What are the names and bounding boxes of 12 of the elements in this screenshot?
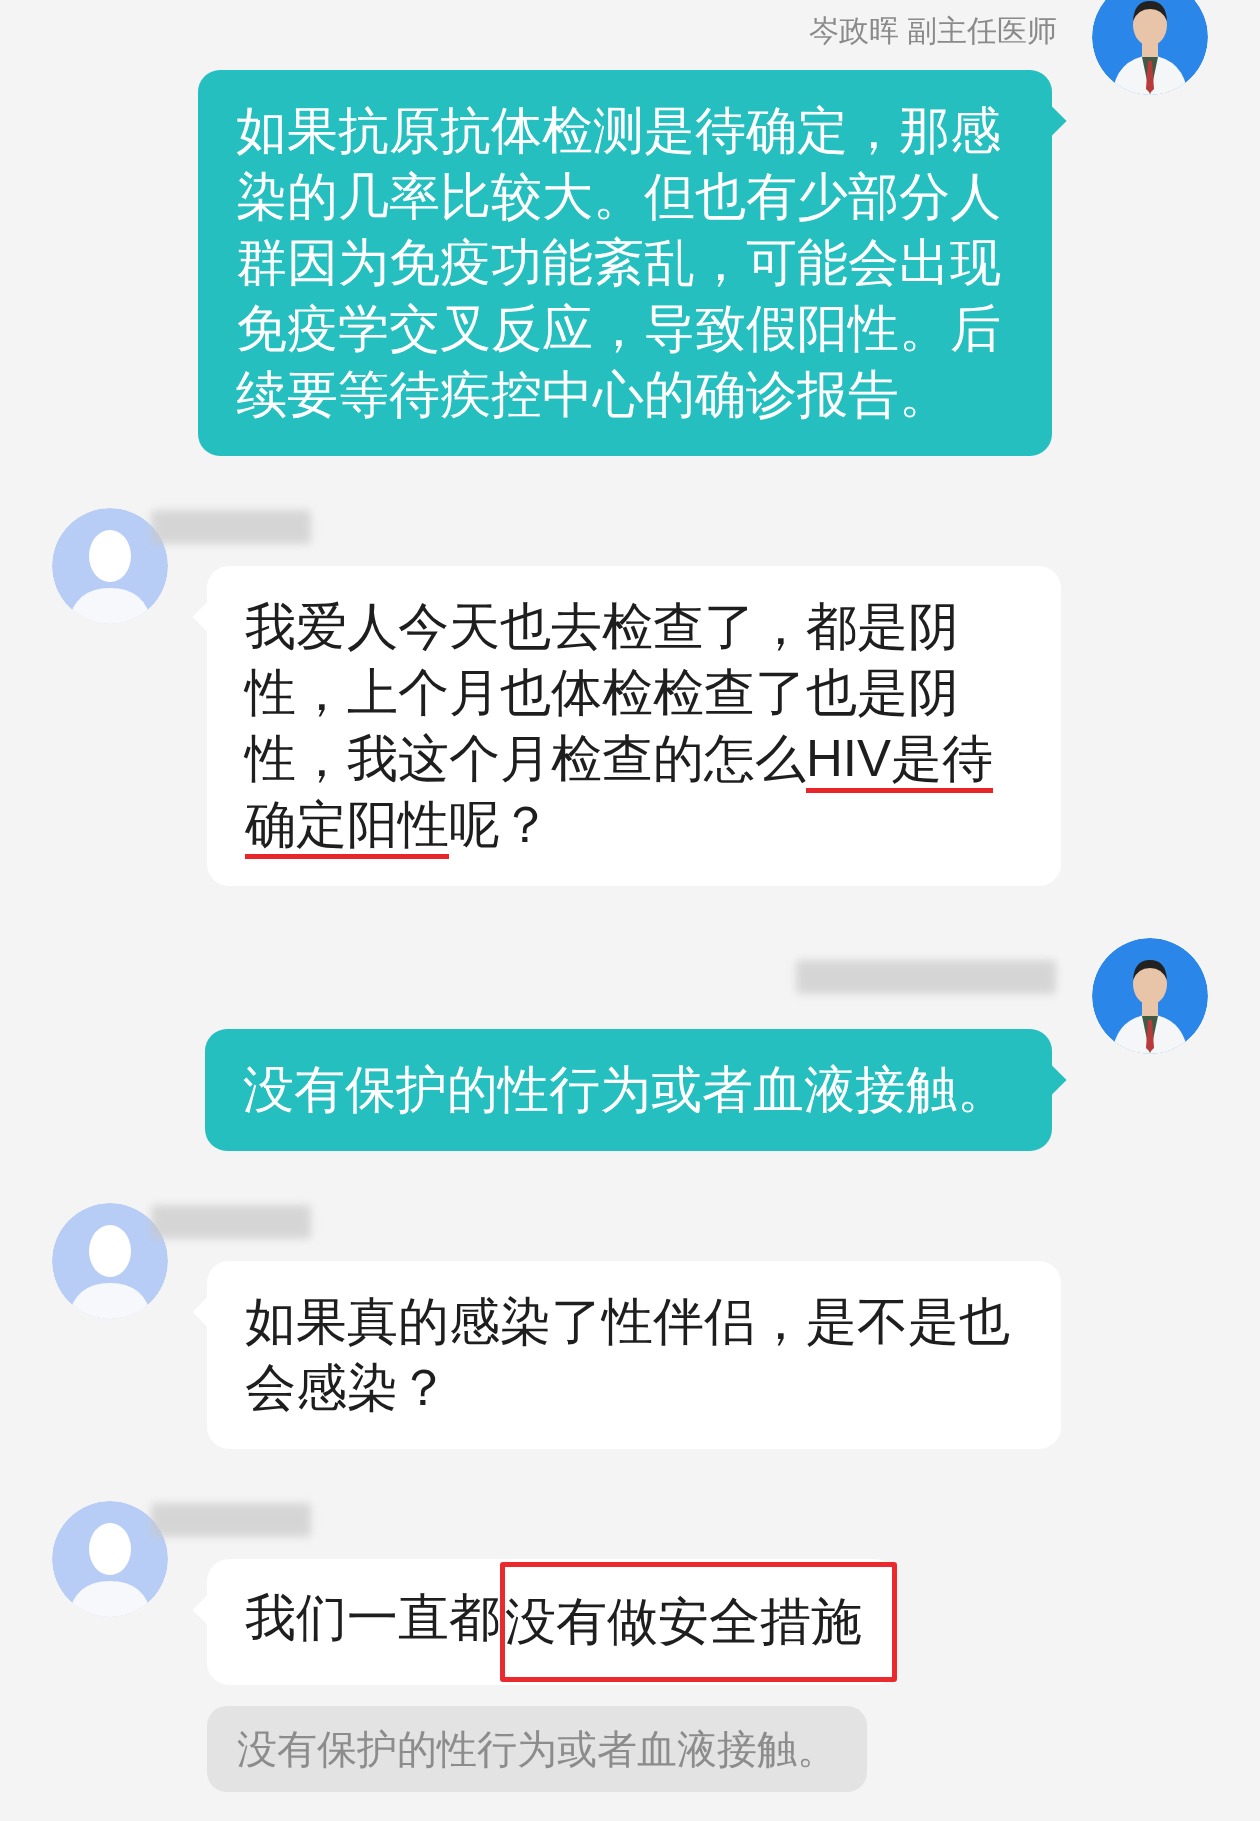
message-text: 我爱人今天也去检查了，都是阴性，上个月也体检检查了也是阴性，我这个月检查的怎么HIV是待 确定阳性呢？ (245, 597, 995, 855)
quoted-message: 没有保护的性行为或者血液接触。 (207, 1706, 867, 1792)
message-text: 如果抗原抗体检测是待确定，那感染的几率比较大。但也有少部分人群因为免疫功能紊乱，可能会出现免疫学交叉反应，导致假阳性。后续要等待疾控中心的确诊报告。 (236, 101, 1002, 425)
message-text: 如果真的感染了性伴侣，是不是也会感染？ (245, 1292, 1011, 1418)
message-text: 没有保护的性行为或者血液接触。 (243, 1060, 1008, 1120)
doctor-avatar[interactable] (1092, 0, 1208, 95)
sender-name: 岑政晖 副主任医师 (808, 13, 1057, 49)
doctor-avatar[interactable] (1092, 938, 1208, 1054)
message-text: 我们一直都没有做安全措施 (245, 1562, 897, 1682)
user-avatar-icon[interactable] (52, 508, 168, 624)
user-avatar-icon[interactable] (52, 1501, 168, 1617)
user-avatar-icon[interactable] (52, 1203, 168, 1319)
